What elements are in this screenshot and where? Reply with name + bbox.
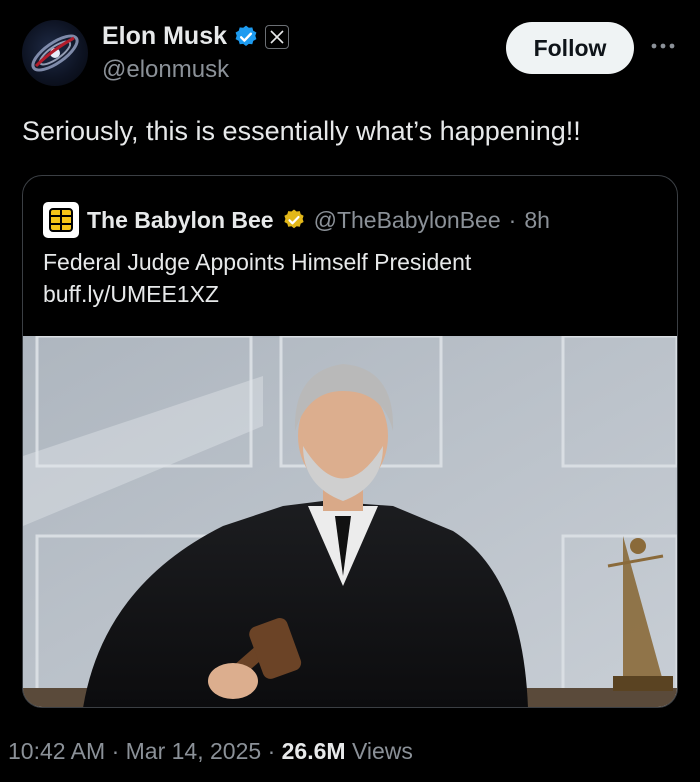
galaxy-avatar-icon xyxy=(31,34,79,72)
judge-with-gavel-photo[interactable] xyxy=(23,334,677,707)
quoted-tweet[interactable]: The Babylon Bee @TheBabylonBee · 8h Fede… xyxy=(22,175,678,708)
quoted-link[interactable]: buff.ly/UMEE1XZ xyxy=(43,278,471,310)
footer-separator: · xyxy=(111,738,120,764)
x-affiliation-icon xyxy=(265,24,290,49)
views-label: Views xyxy=(351,738,413,764)
tweet-date[interactable]: Mar 14, 2025 xyxy=(126,738,262,764)
babylon-bee-logo-icon[interactable] xyxy=(43,202,79,238)
quoted-tweet-text: Federal Judge Appoints Himself President… xyxy=(43,246,471,310)
avatar[interactable] xyxy=(22,20,88,86)
tweet-header: Elon Musk @elonmusk Follow xyxy=(22,20,678,92)
author-name[interactable]: Elon Musk xyxy=(102,22,227,51)
quoted-tweet-header: The Babylon Bee @TheBabylonBee · 8h xyxy=(43,202,550,238)
tweet-footer: 10:42 AM · Mar 14, 2025 · 26.6M Views xyxy=(8,738,413,765)
tweet-text: Seriously, this is essentially what’s ha… xyxy=(22,116,581,146)
meta-separator: · xyxy=(508,206,517,233)
tweet-time[interactable]: 10:42 AM xyxy=(8,738,105,764)
more-options-icon[interactable] xyxy=(648,34,678,58)
views-count[interactable]: 26.6M xyxy=(282,738,346,764)
verified-badge-icon xyxy=(233,24,259,50)
quoted-verified-gold-icon xyxy=(282,208,306,232)
follow-button[interactable]: Follow xyxy=(506,22,634,74)
quoted-author-name[interactable]: The Babylon Bee xyxy=(87,207,274,234)
quoted-headline: Federal Judge Appoints Himself President xyxy=(43,249,472,275)
quoted-author-handle[interactable]: @TheBabylonBee xyxy=(314,207,501,234)
author-name-row: Elon Musk xyxy=(102,22,290,51)
footer-separator: · xyxy=(267,738,276,764)
quoted-time[interactable]: 8h xyxy=(524,207,550,234)
author-handle[interactable]: @elonmusk xyxy=(102,56,229,84)
